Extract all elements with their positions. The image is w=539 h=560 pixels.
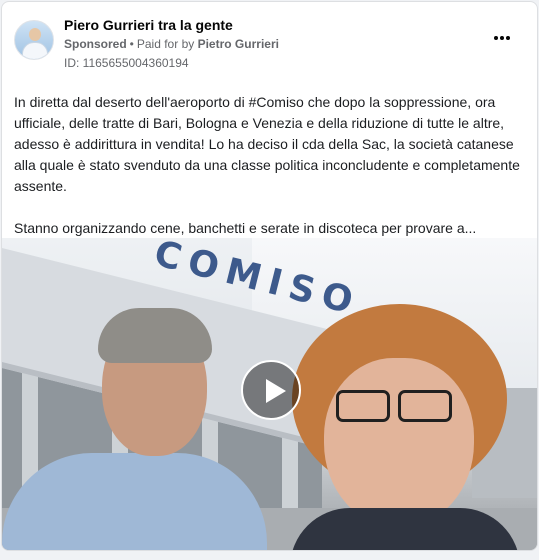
more-dot bbox=[506, 36, 510, 40]
ad-id: ID: 1165655004360194 bbox=[64, 56, 189, 70]
page-name[interactable]: Piero Gurrieri tra la gente bbox=[64, 17, 233, 33]
sponsored-line: Sponsored • Paid for by Pietro Gurrieri bbox=[64, 37, 279, 51]
woman-face bbox=[324, 358, 474, 528]
post-text: In diretta dal deserto dell'aeroporto di… bbox=[14, 92, 528, 260]
play-icon[interactable] bbox=[241, 360, 301, 420]
man-hair bbox=[98, 308, 212, 363]
woman-jacket bbox=[290, 508, 520, 550]
paid-for-label: Paid for by bbox=[136, 37, 195, 51]
woman-glasses bbox=[332, 390, 457, 424]
man-shirt bbox=[2, 453, 267, 550]
meta-separator: • bbox=[129, 37, 134, 51]
more-dot bbox=[494, 36, 498, 40]
post-paragraph: In diretta dal deserto dell'aeroporto di… bbox=[14, 94, 520, 194]
video-thumbnail[interactable]: COMISO bbox=[2, 238, 537, 550]
payer-name: Pietro Gurrieri bbox=[197, 37, 279, 51]
avatar-head-shape bbox=[29, 28, 41, 41]
ad-post-card: Piero Gurrieri tra la gente Sponsored • Pa… bbox=[1, 1, 538, 551]
glasses-lens bbox=[336, 390, 390, 422]
more-dot bbox=[500, 36, 504, 40]
post-header: Piero Gurrieri tra la gente Sponsored • Pa… bbox=[14, 16, 525, 72]
avatar-body-shape bbox=[22, 42, 48, 59]
more-options-icon[interactable] bbox=[489, 30, 515, 46]
glasses-lens bbox=[398, 390, 452, 422]
post-paragraph-truncated: Stanno organizzando cene, banchetti e se… bbox=[14, 220, 477, 236]
avatar[interactable] bbox=[14, 20, 54, 60]
sponsored-label: Sponsored bbox=[64, 37, 127, 51]
